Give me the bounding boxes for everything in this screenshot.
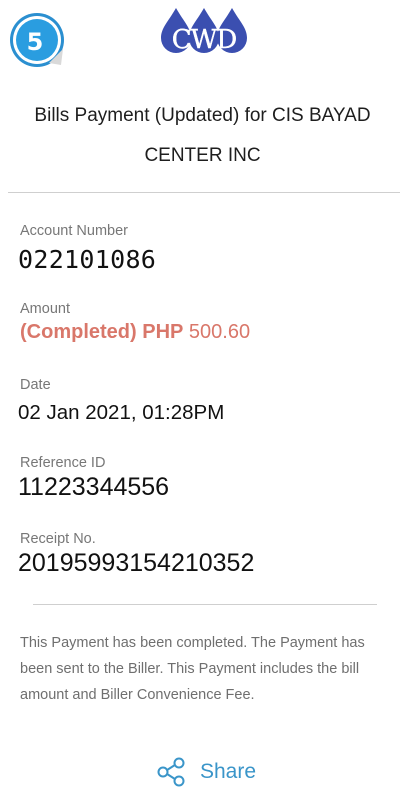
cwd-logo: CWD [158,6,250,56]
step-number: 5 [27,28,44,56]
amount-value: 500.60 [188,321,251,343]
amount-status: (Completed) [20,321,137,343]
share-label: Share [200,760,257,783]
date-value: 02 Jan 2021, 01:28PM [18,401,225,424]
divider [33,604,377,605]
page-title-line2: CENTER INC [144,145,261,166]
logo-text: CWD [172,25,237,55]
amount-label: Amount [20,301,70,317]
receipt-no-value: 20195993154210352 [18,549,255,577]
page-title-line1: Bills Payment (Updated) for CIS BAYAD [34,105,371,126]
account-number-label: Account Number [20,223,128,239]
step-badge: 5 [9,11,67,69]
divider [8,192,400,193]
date-label: Date [20,377,51,393]
page-title: Bills Payment (Updated) for CIS BAYAD CE… [0,96,405,176]
share-icon [157,757,185,787]
completion-note: This Payment has been completed. The Pay… [20,635,365,703]
receipt-no-label: Receipt No. [20,531,96,547]
amount-value-row: (Completed) PHP 500.60 [20,321,250,344]
reference-id-value: 11223344556 [18,473,170,501]
account-number-value: 022101086 [18,245,157,274]
step-badge-icon: 5 [10,13,64,67]
reference-id-label: Reference ID [20,455,106,471]
amount-currency: PHP [142,321,184,343]
share-button[interactable]: Share [156,757,256,787]
